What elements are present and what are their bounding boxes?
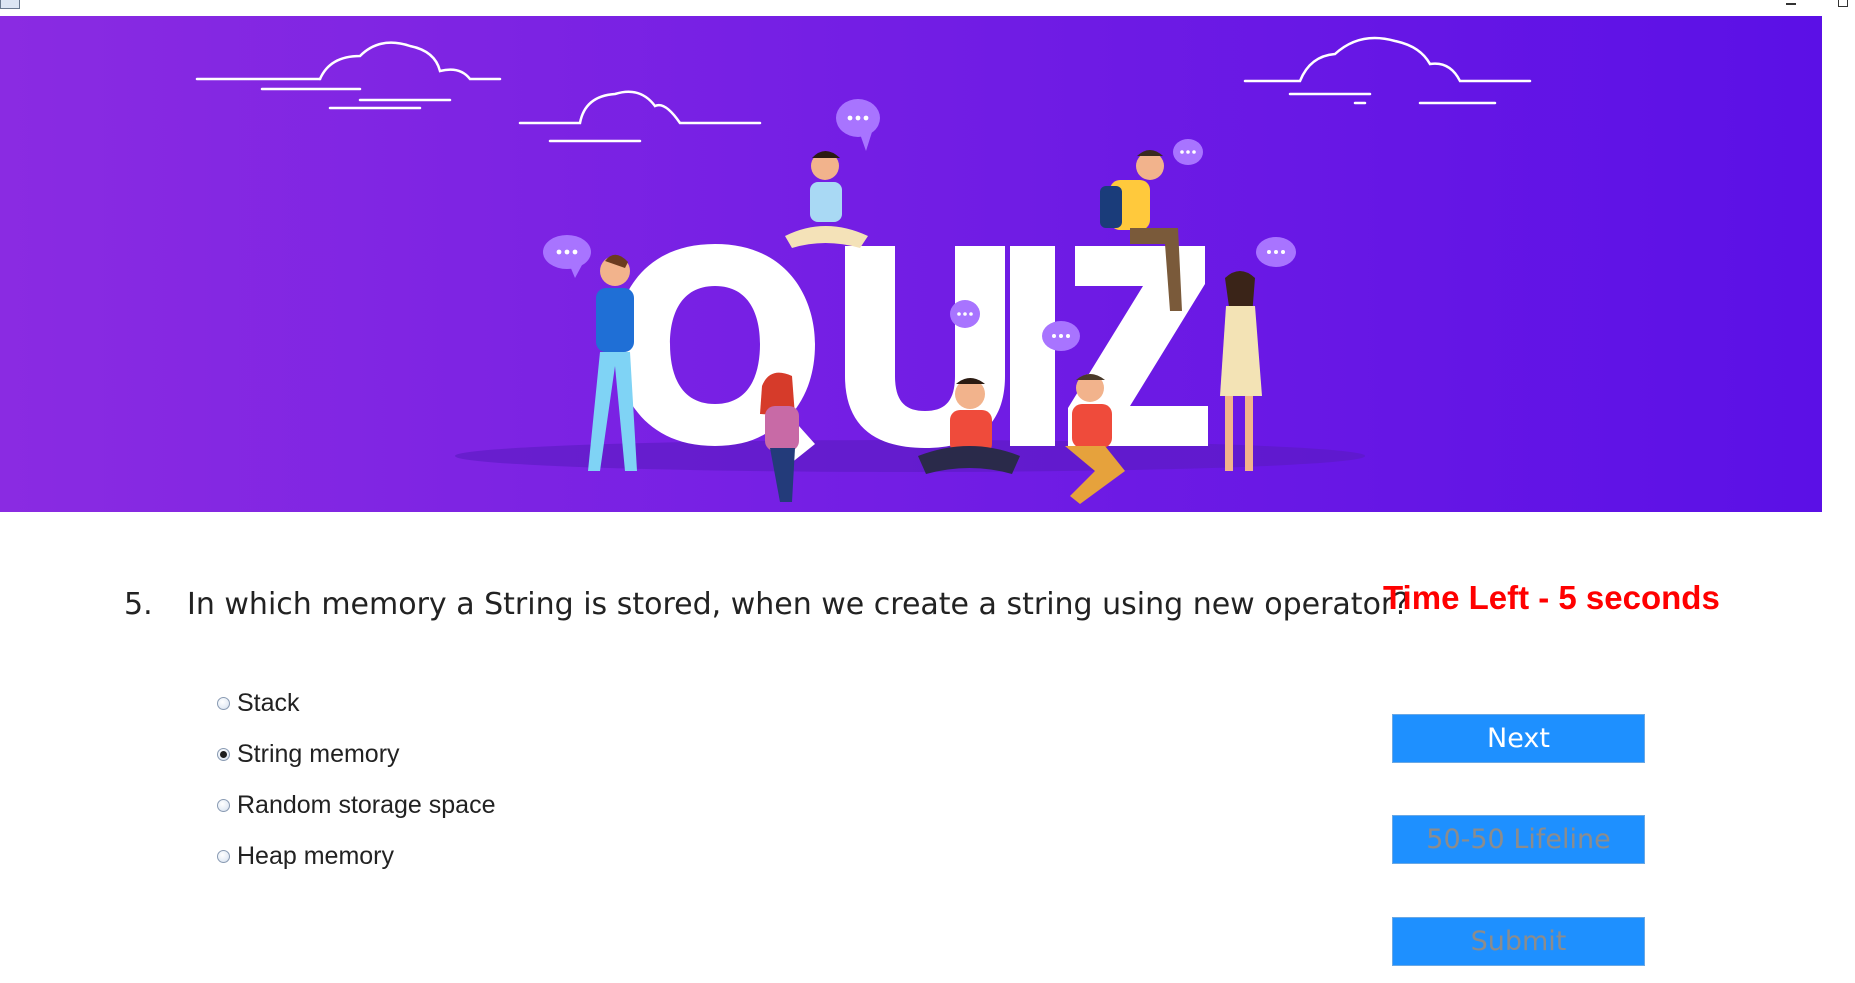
- option-heap-memory[interactable]: Heap memory: [217, 831, 495, 882]
- option-label: Random storage space: [237, 791, 496, 819]
- submit-button[interactable]: Submit: [1392, 917, 1645, 966]
- question-text: In which memory a String is stored, when…: [187, 587, 1410, 622]
- option-label: Heap memory: [237, 842, 394, 870]
- answer-options: Stack String memory Random storage space…: [217, 678, 495, 882]
- option-string-memory[interactable]: String memory: [217, 729, 495, 780]
- option-stack[interactable]: Stack: [217, 678, 495, 729]
- quiz-window: 5. In which memory a String is stored, w…: [0, 0, 1855, 983]
- next-button[interactable]: Next: [1392, 714, 1645, 763]
- radio-button[interactable]: [217, 697, 230, 710]
- radio-button[interactable]: [217, 799, 230, 812]
- option-random-storage-space[interactable]: Random storage space: [217, 780, 495, 831]
- app-icon: [0, 0, 20, 9]
- radio-button[interactable]: [217, 850, 230, 863]
- quiz-banner: [0, 16, 1822, 512]
- option-label: String memory: [237, 740, 400, 768]
- fifty-fifty-lifeline-button[interactable]: 50-50 Lifeline: [1392, 815, 1645, 864]
- title-bar: [0, 0, 1855, 16]
- time-left-label: Time Left - 5 seconds: [1383, 579, 1720, 616]
- minimize-icon[interactable]: [1786, 3, 1796, 5]
- question-number: 5.: [124, 587, 153, 622]
- option-label: Stack: [237, 689, 300, 717]
- radio-button-selected[interactable]: [217, 748, 230, 761]
- maximize-icon[interactable]: [1838, 0, 1848, 7]
